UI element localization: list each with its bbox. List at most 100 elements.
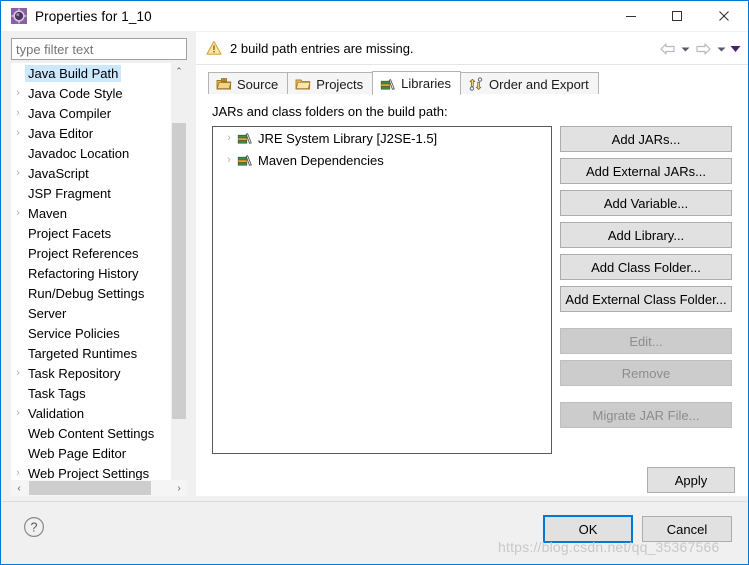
tree-horizontal-scrollbar[interactable]: ‹ › <box>11 480 187 496</box>
sidebar-item-run-debug-settings[interactable]: Run/Debug Settings <box>11 283 171 303</box>
scroll-left-icon[interactable]: ‹ <box>11 480 27 496</box>
sidebar-item-task-tags[interactable]: Task Tags <box>11 383 171 403</box>
tab-libraries[interactable]: Libraries <box>372 71 462 95</box>
sidebar-item-label: Java Compiler <box>28 105 112 121</box>
source-folder-icon <box>216 76 232 92</box>
sidebar-item-label: Server <box>28 305 67 321</box>
sidebar-item-java-build-path[interactable]: Java Build Path <box>11 63 171 83</box>
sidebar-item-project-facets[interactable]: Project Facets <box>11 223 171 243</box>
content-pane: 2 build path entries are missing. Source… <box>196 32 748 496</box>
library-icon <box>237 130 253 146</box>
sidebar-item-refactoring-history[interactable]: Refactoring History <box>11 263 171 283</box>
window-controls <box>608 2 748 31</box>
add-external-jars-button[interactable]: Add External JARs... <box>560 158 732 184</box>
cancel-button[interactable]: Cancel <box>642 516 732 542</box>
sidebar-item-maven[interactable]: › Maven <box>11 203 171 223</box>
sidebar-item-label: Java Editor <box>28 125 94 141</box>
sidebar-item-targeted-runtimes[interactable]: Targeted Runtimes <box>11 343 171 363</box>
library-icon <box>237 152 253 168</box>
sidebar-item-web-page-editor[interactable]: Web Page Editor <box>11 443 171 463</box>
add-variable-button[interactable]: Add Variable... <box>560 190 732 216</box>
add-library-button[interactable]: Add Library... <box>560 222 732 248</box>
back-chevron-down-icon[interactable] <box>678 39 692 59</box>
sidebar-item-label: Run/Debug Settings <box>28 285 145 301</box>
edit-button: Edit... <box>560 328 732 354</box>
sidebar-item-label: Task Tags <box>28 385 86 401</box>
tab-projects[interactable]: Projects <box>287 72 374 95</box>
chevron-right-icon[interactable]: › <box>11 83 25 103</box>
sidebar-item-label: Javadoc Location <box>28 145 130 161</box>
tree-horizontal-scroll-thumb[interactable] <box>29 481 151 495</box>
help-icon[interactable]: ? <box>23 516 45 538</box>
library-entry-row[interactable]: › JRE System Library [J2SE-1.5] <box>213 127 551 149</box>
sidebar-item-label: Validation <box>28 405 85 421</box>
sidebar-item-label: Targeted Runtimes <box>28 345 138 361</box>
chevron-right-icon[interactable]: › <box>11 403 25 423</box>
tab-label: Projects <box>316 76 364 92</box>
warning-message: 2 build path entries are missing. <box>230 40 414 56</box>
sidebar-item-java-compiler[interactable]: › Java Compiler <box>11 103 171 123</box>
chevron-right-icon[interactable]: › <box>221 154 237 166</box>
dialog-footer: ? OK Cancel <box>2 501 747 563</box>
chevron-right-icon[interactable]: › <box>11 103 25 123</box>
back-arrow-icon[interactable] <box>656 39 678 59</box>
settings-tree[interactable]: Java Build Path › Java Code Style › Java Com… <box>11 63 187 488</box>
sidebar-item-javadoc-location[interactable]: Javadoc Location <box>11 143 171 163</box>
close-button[interactable] <box>700 2 748 31</box>
tab-order-and-export[interactable]: Order and Export <box>460 72 599 95</box>
minimize-button[interactable] <box>608 2 654 31</box>
maximize-button[interactable] <box>654 2 700 31</box>
tab-label: Source <box>237 76 279 92</box>
migrate-jar-file-button: Migrate JAR File... <box>560 402 732 428</box>
apply-button[interactable]: Apply <box>647 467 735 493</box>
add-jars-button[interactable]: Add JARs... <box>560 126 732 152</box>
libraries-books-icon <box>380 76 396 92</box>
chevron-right-icon[interactable]: › <box>11 123 25 143</box>
scroll-right-icon[interactable]: › <box>171 480 187 496</box>
sidebar-item-label: Java Code Style <box>28 85 123 101</box>
scroll-up-icon[interactable]: ⌃ <box>171 63 187 79</box>
sidebar-item-label: Web Project Settings <box>28 465 150 481</box>
sidebar-item-jsp-fragment[interactable]: JSP Fragment <box>11 183 171 203</box>
sidebar-item-java-code-style[interactable]: › Java Code Style <box>11 83 171 103</box>
sidebar-item-validation[interactable]: › Validation <box>11 403 171 423</box>
build-path-entries-list[interactable]: › JRE System Library [J2SE-1.5] › Maven Dep… <box>212 126 552 454</box>
chevron-right-icon[interactable]: › <box>221 132 237 144</box>
library-entry-label: Maven Dependencies <box>258 152 384 168</box>
sidebar-item-web-content-settings[interactable]: Web Content Settings <box>11 423 171 443</box>
view-menu-arrow-icon[interactable] <box>728 39 742 59</box>
remove-button: Remove <box>560 360 732 386</box>
sidebar-item-label: Task Repository <box>28 365 121 381</box>
forward-arrow-icon[interactable] <box>692 39 714 59</box>
tree-vertical-scrollbar[interactable]: ⌃ ⌄ <box>171 63 187 488</box>
chevron-right-icon[interactable]: › <box>11 363 25 383</box>
sidebar-item-label: JSP Fragment <box>28 185 111 201</box>
sidebar-item-label: Service Policies <box>28 325 120 341</box>
sidebar-item-task-repository[interactable]: › Task Repository <box>11 363 171 383</box>
tab-label: Order and Export <box>489 76 589 92</box>
chevron-right-icon[interactable]: › <box>11 163 25 183</box>
sidebar-item-javascript[interactable]: › JavaScript <box>11 163 171 183</box>
tree-vertical-scroll-thumb[interactable] <box>172 123 186 419</box>
forward-chevron-down-icon[interactable] <box>714 39 728 59</box>
sidebar-item-label: Project References <box>28 245 139 261</box>
sidebar-item-service-policies[interactable]: Service Policies <box>11 323 171 343</box>
add-class-folder-button[interactable]: Add Class Folder... <box>560 254 732 280</box>
add-external-class-folder-button[interactable]: Add External Class Folder... <box>560 286 732 312</box>
ok-button[interactable]: OK <box>543 515 633 543</box>
sidebar-item-server[interactable]: Server <box>11 303 171 323</box>
warning-banner: 2 build path entries are missing. <box>196 32 748 65</box>
sidebar-item-java-editor[interactable]: › Java Editor <box>11 123 171 143</box>
filter-input[interactable] <box>11 38 187 60</box>
navigation-buttons <box>656 38 742 60</box>
title-bar: Properties for 1_10 <box>1 1 748 31</box>
window-title: Properties for 1_10 <box>35 8 152 24</box>
tab-source[interactable]: Source <box>208 72 289 95</box>
warning-icon <box>206 40 222 56</box>
eclipse-properties-icon <box>11 8 27 24</box>
sidebar-item-project-references[interactable]: Project References <box>11 243 171 263</box>
chevron-right-icon[interactable]: › <box>11 203 25 223</box>
svg-text:?: ? <box>31 521 38 535</box>
library-entry-row[interactable]: › Maven Dependencies <box>213 149 551 171</box>
projects-folder-icon <box>295 76 311 92</box>
